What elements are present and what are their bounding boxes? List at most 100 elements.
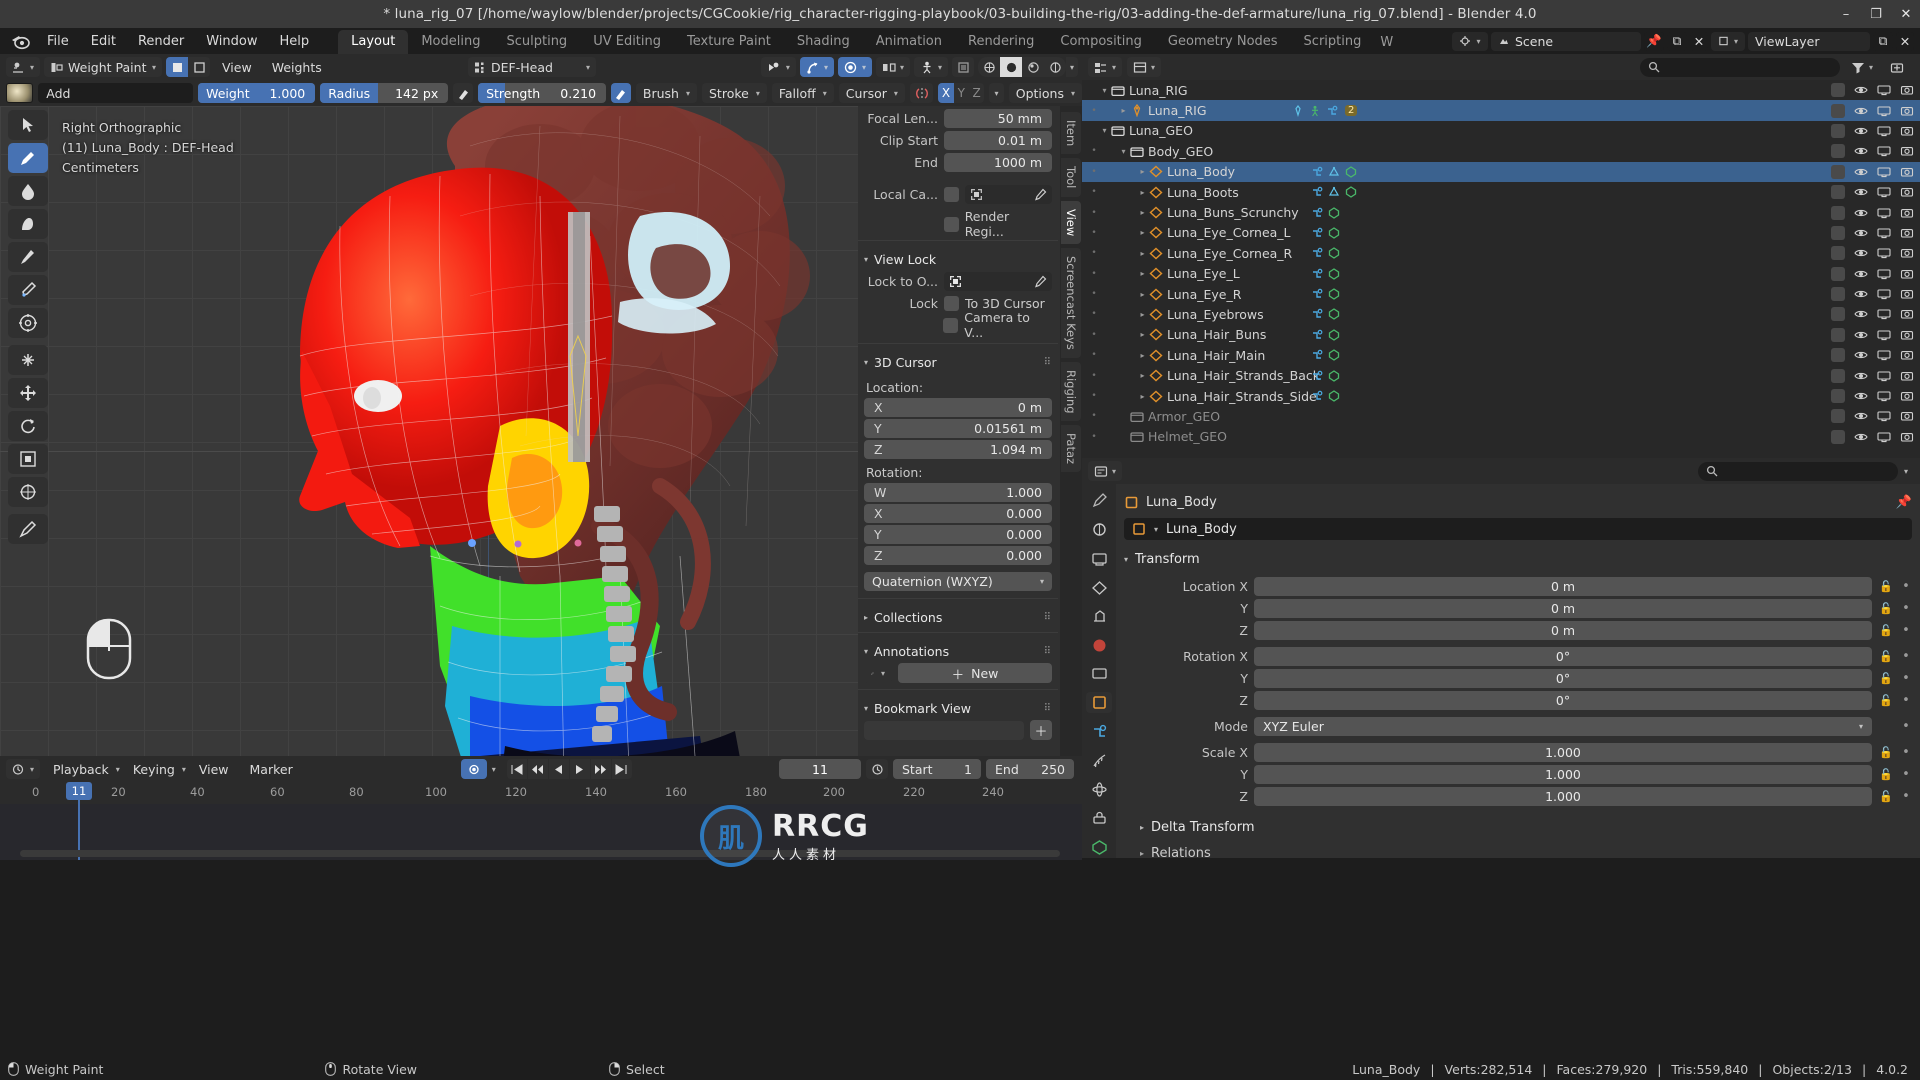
viewport-menu-weights[interactable]: Weights bbox=[264, 60, 330, 75]
expand-arrow-icon[interactable]: ▾ bbox=[1117, 147, 1130, 156]
play-button[interactable] bbox=[569, 759, 590, 779]
outliner-modifier-icon[interactable] bbox=[1311, 268, 1323, 280]
symmetry-icon[interactable] bbox=[909, 83, 934, 103]
disable-in-render-icon[interactable] bbox=[1900, 410, 1914, 422]
outliner-row[interactable]: • ▸ Luna_Eye_L bbox=[1082, 264, 1920, 284]
outliner-modifier-icon[interactable] bbox=[1311, 166, 1323, 178]
disable-in-render-icon[interactable] bbox=[1900, 105, 1914, 117]
workspace-tab-shading[interactable]: Shading bbox=[784, 30, 863, 54]
draw-tool-icon[interactable] bbox=[8, 143, 48, 173]
pin-scene-icon[interactable]: 📌 bbox=[1644, 31, 1664, 51]
delete-viewlayer-icon[interactable]: ✕ bbox=[1896, 31, 1914, 51]
animate-dot-icon[interactable]: • bbox=[1900, 719, 1912, 734]
gradient-tool-icon[interactable] bbox=[8, 308, 48, 338]
proportional-edit-dropdown[interactable]: ▾ bbox=[837, 57, 872, 77]
timeline-menu-playback[interactable]: Playback bbox=[45, 762, 117, 777]
disable-in-render-icon[interactable] bbox=[1900, 431, 1914, 443]
expand-arrow-icon[interactable]: ▸ bbox=[1136, 351, 1149, 360]
disable-in-render-icon[interactable] bbox=[1900, 370, 1914, 382]
workspace-tab-uv-editing[interactable]: UV Editing bbox=[580, 30, 674, 54]
outliner-row-checkbox[interactable] bbox=[1831, 144, 1845, 159]
outliner-row-checkbox[interactable] bbox=[1831, 123, 1845, 138]
tab-scene[interactable] bbox=[1086, 606, 1112, 627]
cursor-location-y[interactable]: Y 0.01561 m bbox=[864, 419, 1052, 438]
timeline-scrollbar[interactable] bbox=[20, 850, 1060, 857]
disable-in-viewport-icon[interactable] bbox=[1877, 349, 1891, 361]
disable-in-viewport-icon[interactable] bbox=[1877, 390, 1891, 402]
symmetry-dropdown[interactable]: ▾ bbox=[989, 83, 1004, 103]
properties-editor-type[interactable]: ▾ bbox=[1088, 461, 1123, 481]
maximize-button[interactable]: ❐ bbox=[1868, 6, 1884, 22]
expand-arrow-icon[interactable]: ▸ bbox=[1136, 188, 1149, 197]
disable-in-viewport-icon[interactable] bbox=[1877, 329, 1891, 341]
drag-dots-icon[interactable]: ⠿ bbox=[1044, 612, 1052, 623]
workspace-tab-texture-paint[interactable]: Texture Paint bbox=[674, 30, 784, 54]
outliner-vertexgroup-icon[interactable] bbox=[1328, 186, 1340, 198]
lock-3d-cursor-checkbox[interactable] bbox=[944, 295, 959, 311]
auto-keying-icon[interactable] bbox=[460, 759, 487, 779]
outliner-editor-type[interactable]: ▾ bbox=[1088, 57, 1123, 77]
view-lock-section-header[interactable]: ▾ View Lock bbox=[864, 247, 1052, 271]
clip-start-field[interactable]: 0.01 m bbox=[944, 130, 1052, 150]
disable-in-viewport-icon[interactable] bbox=[1877, 84, 1891, 96]
location-y-field[interactable]: 0 m bbox=[1254, 598, 1872, 618]
scale-tool-icon[interactable] bbox=[8, 444, 48, 474]
expand-arrow-icon[interactable]: ▸ bbox=[1136, 392, 1149, 401]
outliner-material-icon[interactable] bbox=[1328, 288, 1340, 300]
hide-in-viewport-icon[interactable] bbox=[1854, 247, 1868, 259]
hide-in-viewport-icon[interactable] bbox=[1854, 288, 1868, 300]
animate-dot-icon[interactable]: • bbox=[1900, 601, 1912, 616]
shading-dropdown[interactable]: ▾ bbox=[1066, 57, 1078, 77]
scene-selector[interactable]: ▾ bbox=[1452, 31, 1488, 51]
close-button[interactable]: ✕ bbox=[1898, 6, 1914, 22]
workspace-add-button[interactable]: W bbox=[1374, 31, 1399, 54]
cursor-tool-icon[interactable] bbox=[8, 345, 48, 375]
outliner-material-icon[interactable] bbox=[1328, 329, 1340, 341]
menu-file[interactable]: File bbox=[36, 31, 80, 52]
animate-dot-icon[interactable]: • bbox=[1900, 745, 1912, 760]
tab-physics[interactable] bbox=[1086, 779, 1112, 800]
rotation-z-field[interactable]: 0° bbox=[1254, 690, 1872, 710]
play-reverse-button[interactable] bbox=[548, 759, 569, 779]
disable-in-render-icon[interactable] bbox=[1900, 125, 1914, 137]
disable-in-render-icon[interactable] bbox=[1900, 288, 1914, 300]
average-tool-icon[interactable] bbox=[8, 209, 48, 239]
hide-in-viewport-icon[interactable] bbox=[1854, 84, 1868, 96]
menu-window[interactable]: Window bbox=[195, 31, 268, 52]
hide-in-viewport-icon[interactable] bbox=[1854, 349, 1868, 361]
disable-in-viewport-icon[interactable] bbox=[1877, 145, 1891, 157]
workspace-tab-modeling[interactable]: Modeling bbox=[408, 30, 493, 54]
timeline-menu-marker[interactable]: Marker bbox=[242, 762, 301, 777]
annotate-tool-icon[interactable] bbox=[8, 514, 48, 544]
outliner-row-checkbox[interactable] bbox=[1831, 164, 1845, 179]
outliner-row[interactable]: • ▸ Luna_Buns_Scrunchy bbox=[1082, 202, 1920, 222]
workspace-tab-rendering[interactable]: Rendering bbox=[955, 30, 1047, 54]
stroke-menu[interactable]: Stroke ▾ bbox=[702, 83, 767, 103]
viewlayer-name-field[interactable]: ViewLayer bbox=[1748, 31, 1870, 51]
outliner-row[interactable]: • ▸ Luna_Hair_Buns bbox=[1082, 325, 1920, 345]
brush-menu[interactable]: Brush ▾ bbox=[635, 83, 697, 103]
drag-dots-icon[interactable]: ⠿ bbox=[1044, 357, 1052, 368]
animate-dot-icon[interactable]: • bbox=[1900, 671, 1912, 686]
menu-edit[interactable]: Edit bbox=[80, 31, 127, 52]
outliner-material-icon[interactable] bbox=[1328, 349, 1340, 362]
vertex-mask-icon[interactable] bbox=[166, 57, 189, 77]
disable-in-viewport-icon[interactable] bbox=[1877, 247, 1891, 259]
disable-in-render-icon[interactable] bbox=[1900, 329, 1914, 341]
tweak-tool-icon[interactable] bbox=[8, 110, 48, 140]
disable-in-render-icon[interactable] bbox=[1900, 227, 1914, 239]
workspace-tab-geometry-nodes[interactable]: Geometry Nodes bbox=[1155, 30, 1291, 54]
disable-in-viewport-icon[interactable] bbox=[1877, 268, 1891, 280]
delete-scene-icon[interactable]: ✕ bbox=[1690, 31, 1708, 51]
hide-in-viewport-icon[interactable] bbox=[1854, 227, 1868, 239]
disable-in-viewport-icon[interactable] bbox=[1877, 410, 1891, 422]
hide-in-viewport-icon[interactable] bbox=[1854, 308, 1868, 320]
strength-pressure-icon[interactable] bbox=[611, 83, 631, 103]
timeline-menu-view[interactable]: View bbox=[191, 762, 237, 777]
side-tab-pataz[interactable]: Pataz bbox=[1061, 425, 1081, 473]
outliner-material-icon[interactable] bbox=[1328, 369, 1340, 382]
expand-arrow-icon[interactable]: ▸ bbox=[1136, 167, 1149, 176]
hide-in-viewport-icon[interactable] bbox=[1854, 125, 1868, 137]
smear-tool-icon[interactable] bbox=[8, 242, 48, 272]
cursor-rotation-y[interactable]: Y 0.000 bbox=[864, 525, 1052, 544]
